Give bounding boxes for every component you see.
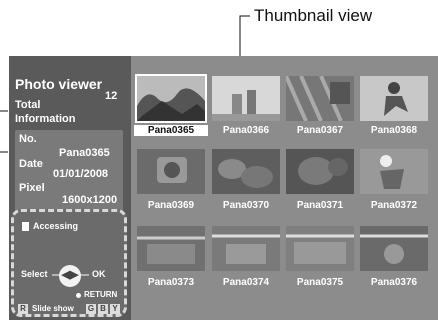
- ok-label: OK: [92, 269, 106, 279]
- thumbnail-pana0374[interactable]: [212, 226, 280, 271]
- return-label: RETURN: [84, 290, 118, 299]
- information-panel: No. Pana0365 Date 01/01/2008 Pixel 1600x…: [15, 130, 123, 212]
- thumbnail-caption: Pana0376: [370, 277, 418, 288]
- green-key-icon: G: [86, 304, 96, 314]
- select-label: Select: [21, 269, 48, 279]
- date-label: Date: [19, 158, 43, 170]
- return-dot-icon: [76, 293, 81, 298]
- thumbnail-caption: Pana0366: [222, 125, 270, 136]
- info-sidebar: Photo viewer Total 12 Information No. Pa…: [9, 56, 131, 320]
- thumbnail-pana0371[interactable]: [286, 149, 354, 194]
- thumbnail-caption: Pana0368: [370, 125, 418, 136]
- thumbnail-caption: Pana0373: [147, 277, 195, 288]
- total-value: 12: [105, 90, 118, 102]
- information-label: Information: [15, 113, 76, 125]
- pixel-label: Pixel: [19, 182, 45, 194]
- thumbnail-caption: Pana0371: [296, 200, 344, 211]
- thumbnail-pana0369[interactable]: [137, 149, 205, 194]
- thumbnail-view-callout-label: Thumbnail view: [254, 6, 373, 25]
- dpad-icon: ◀▶: [59, 265, 81, 287]
- blue-key-icon: B: [98, 304, 108, 314]
- thumbnail-pana0373[interactable]: [137, 226, 205, 271]
- thumbnail-pana0368[interactable]: [360, 76, 428, 121]
- operation-guide-panel: Accessing Select ◀▶ OK RETURN R Slide sh…: [11, 209, 127, 317]
- pixel-value: 1600x1200: [62, 194, 118, 206]
- thumbnail-pana0376[interactable]: [360, 226, 428, 271]
- thumbnail-caption: Pana0372: [370, 200, 418, 211]
- slide-show-label: Slide show: [32, 304, 74, 313]
- thumbnail-caption: Pana0374: [222, 277, 270, 288]
- thumbnail-pana0372[interactable]: [360, 149, 428, 194]
- thumbnail-pana0367[interactable]: [286, 76, 354, 121]
- thumbnail-pana0365[interactable]: [135, 74, 207, 123]
- total-label: Total: [15, 99, 41, 111]
- thumbnail-caption: Pana0375: [296, 277, 344, 288]
- yellow-key-icon: Y: [110, 304, 120, 314]
- date-value: 01/01/2008: [53, 168, 109, 180]
- thumbnail-caption: Pana0367: [296, 125, 344, 136]
- thumbnail-pana0366[interactable]: [212, 76, 280, 121]
- thumbnail-caption: Pana0370: [222, 200, 270, 211]
- thumbnail-caption: Pana0365: [134, 125, 208, 136]
- no-value: Pana0365: [59, 147, 110, 159]
- thumbnail-pana0375[interactable]: [286, 226, 354, 271]
- thumbnail-pana0370[interactable]: [212, 149, 280, 194]
- app-title: Photo viewer: [15, 76, 103, 92]
- dpad-arrows-icon: ◀▶: [61, 269, 79, 281]
- thumbnail-caption: Pana0369: [147, 200, 195, 211]
- no-label: No.: [19, 133, 37, 145]
- tv-screen: Photo viewer Total 12 Information No. Pa…: [9, 56, 438, 320]
- red-key-icon: R: [18, 304, 28, 314]
